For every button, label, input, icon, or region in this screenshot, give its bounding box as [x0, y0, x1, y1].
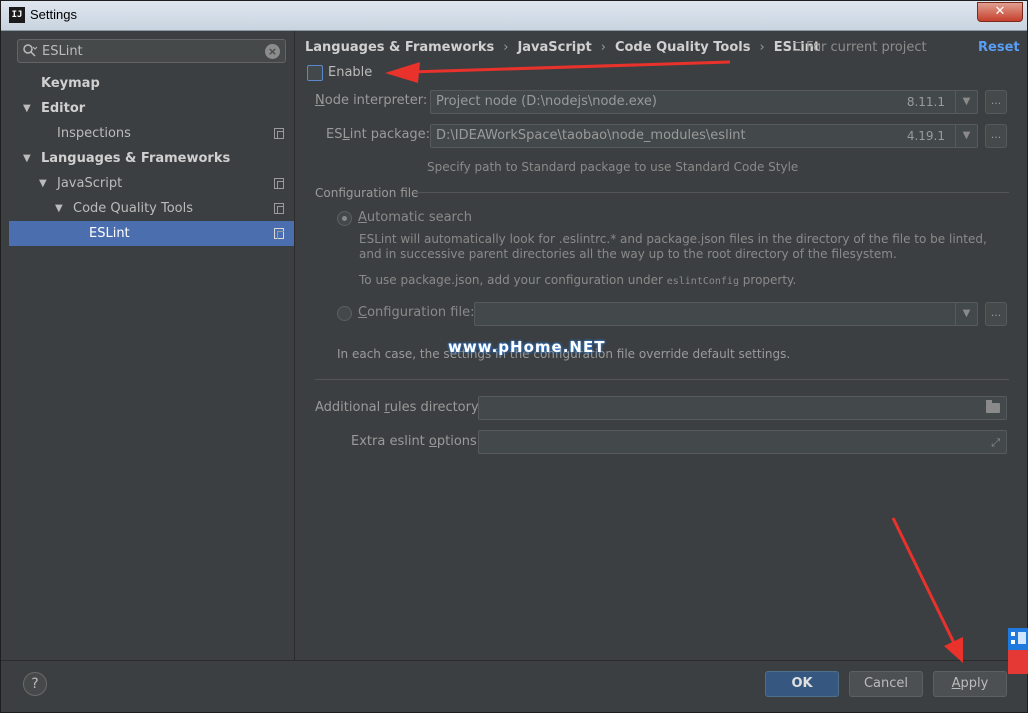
settings-search-input[interactable]: [42, 42, 257, 60]
tree-item-label: Editor: [41, 101, 86, 116]
breadcrumb-item: JavaScript: [517, 40, 592, 55]
section-divider: [315, 379, 1009, 380]
additional-rules-field[interactable]: [478, 396, 1007, 420]
node-interpreter-label: Node interpreter:: [315, 93, 428, 108]
extra-options-field[interactable]: ⤢: [478, 430, 1007, 454]
tree-expand-arrow-icon[interactable]: ▼: [39, 171, 51, 196]
breadcrumb: Languages & Frameworks › JavaScript › Code Q…: [305, 40, 820, 55]
tree-item-javascript[interactable]: ▼ JavaScript: [9, 171, 294, 196]
expand-icon[interactable]: ⤢: [991, 436, 1000, 450]
chevron-down-icon[interactable]: ▼: [955, 125, 977, 147]
extra-options-label: Extra eslint options:: [351, 434, 482, 449]
tree-item-label: ESLint: [89, 226, 130, 241]
project-scope-icon: [274, 228, 284, 239]
node-interpreter-browse-button[interactable]: ...: [985, 90, 1007, 114]
eslint-package-label: ESLint package:: [326, 127, 431, 142]
tree-item-label: JavaScript: [57, 176, 123, 191]
node-version: 8.11.1: [906, 95, 945, 109]
automatic-search-description: ESLint will automatically look for .esli…: [359, 232, 987, 261]
chevron-down-icon[interactable]: ▼: [955, 303, 977, 325]
additional-rules-label: Additional rules directory:: [315, 400, 483, 415]
window-title: Settings: [30, 7, 77, 22]
cancel-button[interactable]: Cancel: [849, 671, 923, 697]
folder-icon[interactable]: [986, 400, 1000, 413]
for-current-project-label: For current project: [793, 40, 927, 55]
dialog-button-bar: ? OK Cancel Apply: [1, 660, 1027, 712]
project-scope-icon: [274, 178, 284, 189]
configuration-file-group-title: Configuration file: [315, 186, 419, 200]
automatic-search-label[interactable]: Automatic search: [358, 210, 472, 225]
automatic-search-radio[interactable]: [337, 211, 352, 226]
configuration-file-radio[interactable]: [337, 306, 352, 321]
eslint-package-value: D:\IDEAWorkSpace\taobao\node_modules\esl…: [436, 128, 746, 143]
enable-label[interactable]: Enable: [328, 65, 372, 80]
chevron-down-icon[interactable]: ▼: [955, 91, 977, 113]
project-scope-icon: [274, 203, 284, 214]
eslint-package-browse-button[interactable]: ...: [985, 124, 1007, 148]
package-hint: Specify path to Standard package to use …: [427, 160, 799, 174]
settings-search-box[interactable]: ×: [17, 39, 286, 63]
tree-item-label: Languages & Frameworks: [41, 151, 231, 166]
breadcrumb-item: Languages & Frameworks: [305, 40, 495, 55]
node-interpreter-value: Project node (D:\nodejs\node.exe): [436, 94, 657, 109]
tree-expand-arrow-icon[interactable]: ▼: [23, 146, 35, 171]
clear-search-icon[interactable]: ×: [265, 44, 280, 59]
tree-expand-arrow-icon[interactable]: ▼: [55, 196, 67, 221]
tree-item-code-quality-tools[interactable]: ▼ Code Quality Tools: [9, 196, 294, 221]
breadcrumb-item: Code Quality Tools: [614, 40, 751, 55]
project-icon: [793, 42, 802, 51]
tree-item-label: Code Quality Tools: [73, 201, 194, 216]
settings-tree: Keymap ▼ Editor Inspections ▼ Languages & Fra…: [9, 71, 294, 246]
apply-button[interactable]: Apply: [933, 671, 1007, 697]
eslint-version: 4.19.1: [906, 129, 945, 143]
tree-item-inspections[interactable]: Inspections: [9, 121, 294, 146]
project-scope-icon: [274, 128, 284, 139]
window-close-button[interactable]: ✕: [977, 2, 1023, 22]
tree-item-languages-frameworks[interactable]: ▼ Languages & Frameworks: [9, 146, 294, 171]
tree-expand-arrow-icon[interactable]: ▼: [23, 96, 35, 121]
settings-window: IJ Settings ✕ × Keymap ▼ Editor Inspections…: [0, 0, 1028, 713]
package-json-note: To use package.json, add your configurat…: [359, 273, 797, 287]
node-interpreter-combo[interactable]: Project node (D:\nodejs\node.exe) 8.11.1…: [430, 90, 978, 114]
eslint-package-combo[interactable]: D:\IDEAWorkSpace\taobao\node_modules\esl…: [430, 124, 978, 148]
reset-link[interactable]: Reset: [978, 40, 1020, 55]
settings-nav-pane: × Keymap ▼ Editor Inspections ▼ Languages & F…: [9, 33, 294, 659]
tree-item-editor[interactable]: ▼ Editor: [9, 96, 294, 121]
intellij-app-icon: IJ: [9, 7, 25, 23]
group-divider: [413, 192, 1009, 193]
tree-item-eslint[interactable]: ESLint: [9, 221, 294, 246]
help-button[interactable]: ?: [23, 672, 47, 696]
film-strip-icon: [1008, 628, 1028, 674]
ok-button[interactable]: OK: [765, 671, 839, 697]
eslint-settings-panel: Languages & Frameworks › JavaScript › Code Q…: [295, 31, 1027, 660]
tree-item-label: Keymap: [41, 76, 100, 91]
breadcrumb-separator: ›: [600, 40, 606, 55]
tree-item-label: Inspections: [57, 126, 131, 141]
configuration-file-browse-button[interactable]: ...: [985, 302, 1007, 326]
configuration-file-combo[interactable]: ▼: [474, 302, 978, 326]
tree-item-keymap[interactable]: Keymap: [9, 71, 294, 96]
configuration-file-label[interactable]: Configuration file:: [358, 305, 474, 320]
site-watermark: www.pHome.NET: [448, 338, 606, 356]
enable-checkbox[interactable]: [307, 65, 323, 81]
breadcrumb-separator: ›: [759, 40, 765, 55]
search-icon[interactable]: [22, 43, 38, 59]
breadcrumb-separator: ›: [503, 40, 509, 55]
title-bar: IJ Settings ✕: [1, 1, 1027, 31]
